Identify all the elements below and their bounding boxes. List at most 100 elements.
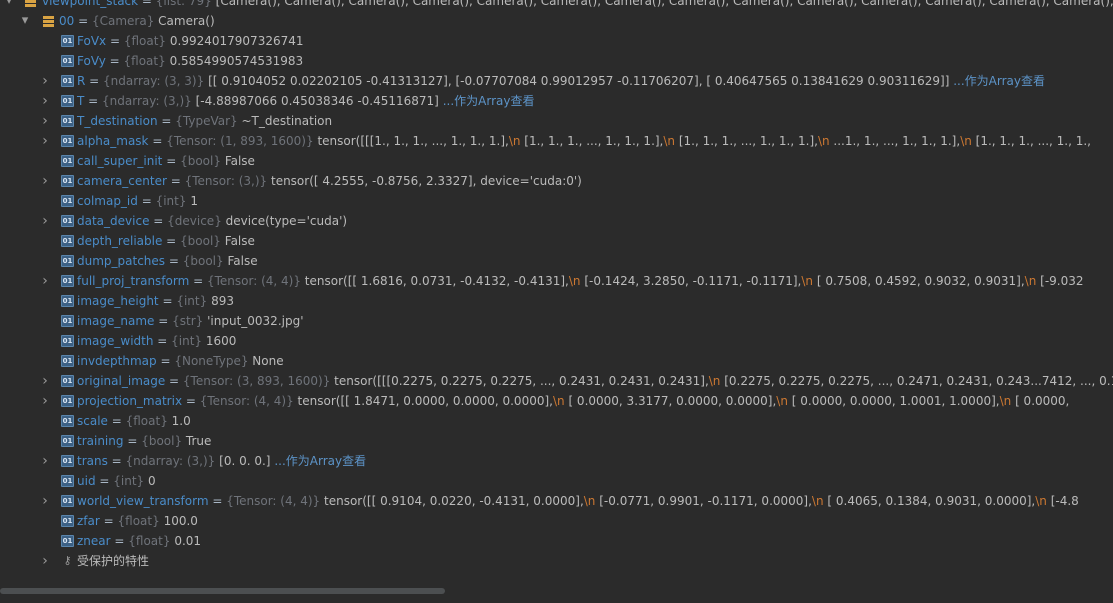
- view-as-array-link[interactable]: ...作为Array查看: [274, 454, 366, 468]
- tree-row[interactable]: 01 depth_reliable = {bool} False: [0, 231, 1113, 251]
- chevron-right-icon[interactable]: ›: [40, 211, 50, 231]
- chevron-right-icon[interactable]: ›: [40, 171, 50, 191]
- tree-row[interactable]: 01 call_super_init = {bool} False: [0, 151, 1113, 171]
- tree-row[interactable]: 01 colmap_id = {int} 1: [0, 191, 1113, 211]
- equals-sign: =: [156, 354, 175, 368]
- equals-sign: =: [158, 294, 177, 308]
- variable-type: {Tensor: (1, 893, 1600)}: [166, 134, 314, 148]
- field-icon: 01: [61, 135, 74, 147]
- tree-row[interactable]: ▾ 00 = {Camera} Camera(): [0, 11, 1113, 31]
- variable-name: image_name: [77, 314, 155, 328]
- tree-row-text: viewpoint_stack = {list: 79} [Camera(), …: [42, 0, 1113, 11]
- field-icon: 01: [61, 515, 74, 527]
- horizontal-scrollbar[interactable]: [0, 585, 1113, 603]
- tree-row[interactable]: › 01 world_view_transform = {Tensor: (4, 4…: [0, 491, 1113, 511]
- chevron-down-icon[interactable]: ▾: [20, 11, 30, 31]
- equals-sign: =: [107, 454, 126, 468]
- variable-name: colmap_id: [77, 194, 138, 208]
- tree-row[interactable]: 01 image_height = {int} 893: [0, 291, 1113, 311]
- tree-row-text: 受保护的特性: [77, 551, 149, 571]
- tree-row[interactable]: 01 scale = {float} 1.0: [0, 411, 1113, 431]
- chevron-right-icon[interactable]: ›: [40, 91, 50, 111]
- variable-name: zfar: [77, 514, 100, 528]
- tree-row[interactable]: › 01 R = {ndarray: (3, 3)} [[ 0.9104052 0.…: [0, 71, 1113, 91]
- chevron-right-icon[interactable]: ›: [40, 491, 50, 511]
- variable-value: 1600: [205, 334, 237, 348]
- variable-type: {device}: [167, 214, 222, 228]
- tree-row-text: zfar = {float} 100.0: [77, 511, 198, 531]
- variable-type: {float}: [125, 414, 168, 428]
- tree-row-text: data_device = {device} device(type='cuda…: [77, 211, 347, 231]
- view-as-array-link[interactable]: ...作为Array查看: [443, 94, 535, 108]
- chevron-right-icon[interactable]: ›: [40, 551, 50, 571]
- tree-row[interactable]: › 01 T_destination = {TypeVar} ~T_destinat…: [0, 111, 1113, 131]
- tree-row[interactable]: 01 zfar = {float} 100.0: [0, 511, 1113, 531]
- tree-row[interactable]: 01 dump_patches = {bool} False: [0, 251, 1113, 271]
- tree-row[interactable]: ▾ viewpoint_stack = {list: 79} [Camera(),…: [0, 0, 1113, 11]
- field-icon: 01: [61, 75, 74, 87]
- field-icon: 01: [61, 315, 74, 327]
- field-icon: 01: [61, 235, 74, 247]
- tree-row[interactable]: › 01 projection_matrix = {Tensor: (4, 4)} …: [0, 391, 1113, 411]
- equals-sign: =: [95, 474, 114, 488]
- equals-sign: =: [137, 194, 156, 208]
- tree-row[interactable]: 01 invdepthmap = {NoneType} None: [0, 351, 1113, 371]
- tree-row-text: R = {ndarray: (3, 3)} [[ 0.9104052 0.022…: [77, 71, 1045, 91]
- tree-row[interactable]: 01 uid = {int} 0: [0, 471, 1113, 491]
- tree-row[interactable]: 01 znear = {float} 0.01: [0, 531, 1113, 551]
- variable-type: {NoneType}: [174, 354, 249, 368]
- chevron-right-icon[interactable]: ›: [40, 111, 50, 131]
- variable-type: {Camera}: [91, 14, 155, 28]
- tree-row[interactable]: › ⚷ 受保护的特性: [0, 551, 1113, 571]
- variable-value: 1: [190, 194, 198, 208]
- tree-row[interactable]: 01 image_width = {int} 1600: [0, 331, 1113, 351]
- tree-row-text: T = {ndarray: (3,)} [-4.88987066 0.45038…: [77, 91, 534, 111]
- equals-sign: =: [138, 0, 156, 8]
- tree-row-text: image_height = {int} 893: [77, 291, 234, 311]
- tree-row-text: image_name = {str} 'input_0032.jpg': [77, 311, 304, 331]
- tree-row-text: dump_patches = {bool} False: [77, 251, 258, 271]
- chevron-right-icon[interactable]: ›: [40, 271, 50, 291]
- tree-row[interactable]: 01 FoVy = {float} 0.5854990574531983: [0, 51, 1113, 71]
- tree-row[interactable]: › 01 trans = {ndarray: (3,)} [0. 0. 0.] ..…: [0, 451, 1113, 471]
- chevron-right-icon[interactable]: ›: [40, 451, 50, 471]
- chevron-right-icon[interactable]: ›: [40, 71, 50, 91]
- variable-name: dump_patches: [77, 254, 166, 268]
- chevron-right-icon[interactable]: ›: [40, 371, 50, 391]
- tree-row[interactable]: › 01 camera_center = {Tensor: (3,)} tensor…: [0, 171, 1113, 191]
- tree-row[interactable]: 01 training = {bool} True: [0, 431, 1113, 451]
- variables-tree: ▾ viewpoint_stack = {list: 79} [Camera(),…: [0, 0, 1113, 585]
- equals-sign: =: [84, 94, 103, 108]
- variable-name: original_image: [77, 374, 166, 388]
- variable-type: {bool}: [141, 434, 183, 448]
- equals-sign: =: [166, 174, 185, 188]
- variable-value: False: [224, 154, 255, 168]
- variable-name: data_device: [77, 214, 150, 228]
- variable-value: 0.01: [174, 534, 202, 548]
- tree-row[interactable]: 01 FoVx = {float} 0.9924017907326741: [0, 31, 1113, 51]
- variable-value: Camera(): [158, 14, 215, 28]
- equals-sign: =: [162, 154, 181, 168]
- field-icon: 01: [61, 255, 74, 267]
- variable-name: invdepthmap: [77, 354, 157, 368]
- view-as-array-link[interactable]: ...作为Array查看: [953, 74, 1045, 88]
- variable-name: trans: [77, 454, 108, 468]
- chevron-right-icon[interactable]: ›: [40, 391, 50, 411]
- chevron-down-icon[interactable]: ▾: [4, 0, 14, 11]
- chevron-right-icon[interactable]: ›: [40, 131, 50, 151]
- tree-row[interactable]: › 01 alpha_mask = {Tensor: (1, 893, 1600)}…: [0, 131, 1113, 151]
- tree-row[interactable]: › 01 data_device = {device} device(type='c…: [0, 211, 1113, 231]
- tree-row[interactable]: 01 image_name = {str} 'input_0032.jpg': [0, 311, 1113, 331]
- tree-row-text: T_destination = {TypeVar} ~T_destination: [77, 111, 332, 131]
- variable-value: 100.0: [163, 514, 198, 528]
- scrollbar-thumb[interactable]: [0, 588, 445, 594]
- tree-row[interactable]: › 01 T = {ndarray: (3,)} [-4.88987066 0.45…: [0, 91, 1113, 111]
- tree-row[interactable]: › 01 full_proj_transform = {Tensor: (4, 4)…: [0, 271, 1113, 291]
- variable-value: tensor([ 4.2555, -0.8756, 2.3327], devic…: [270, 174, 582, 188]
- field-icon: 01: [61, 435, 74, 447]
- field-icon: 01: [61, 155, 74, 167]
- variable-name: camera_center: [77, 174, 167, 188]
- tree-row[interactable]: › 01 original_image = {Tensor: (3, 893, 16…: [0, 371, 1113, 391]
- variable-value: device(type='cuda'): [225, 214, 348, 228]
- variable-type: {bool}: [180, 234, 221, 248]
